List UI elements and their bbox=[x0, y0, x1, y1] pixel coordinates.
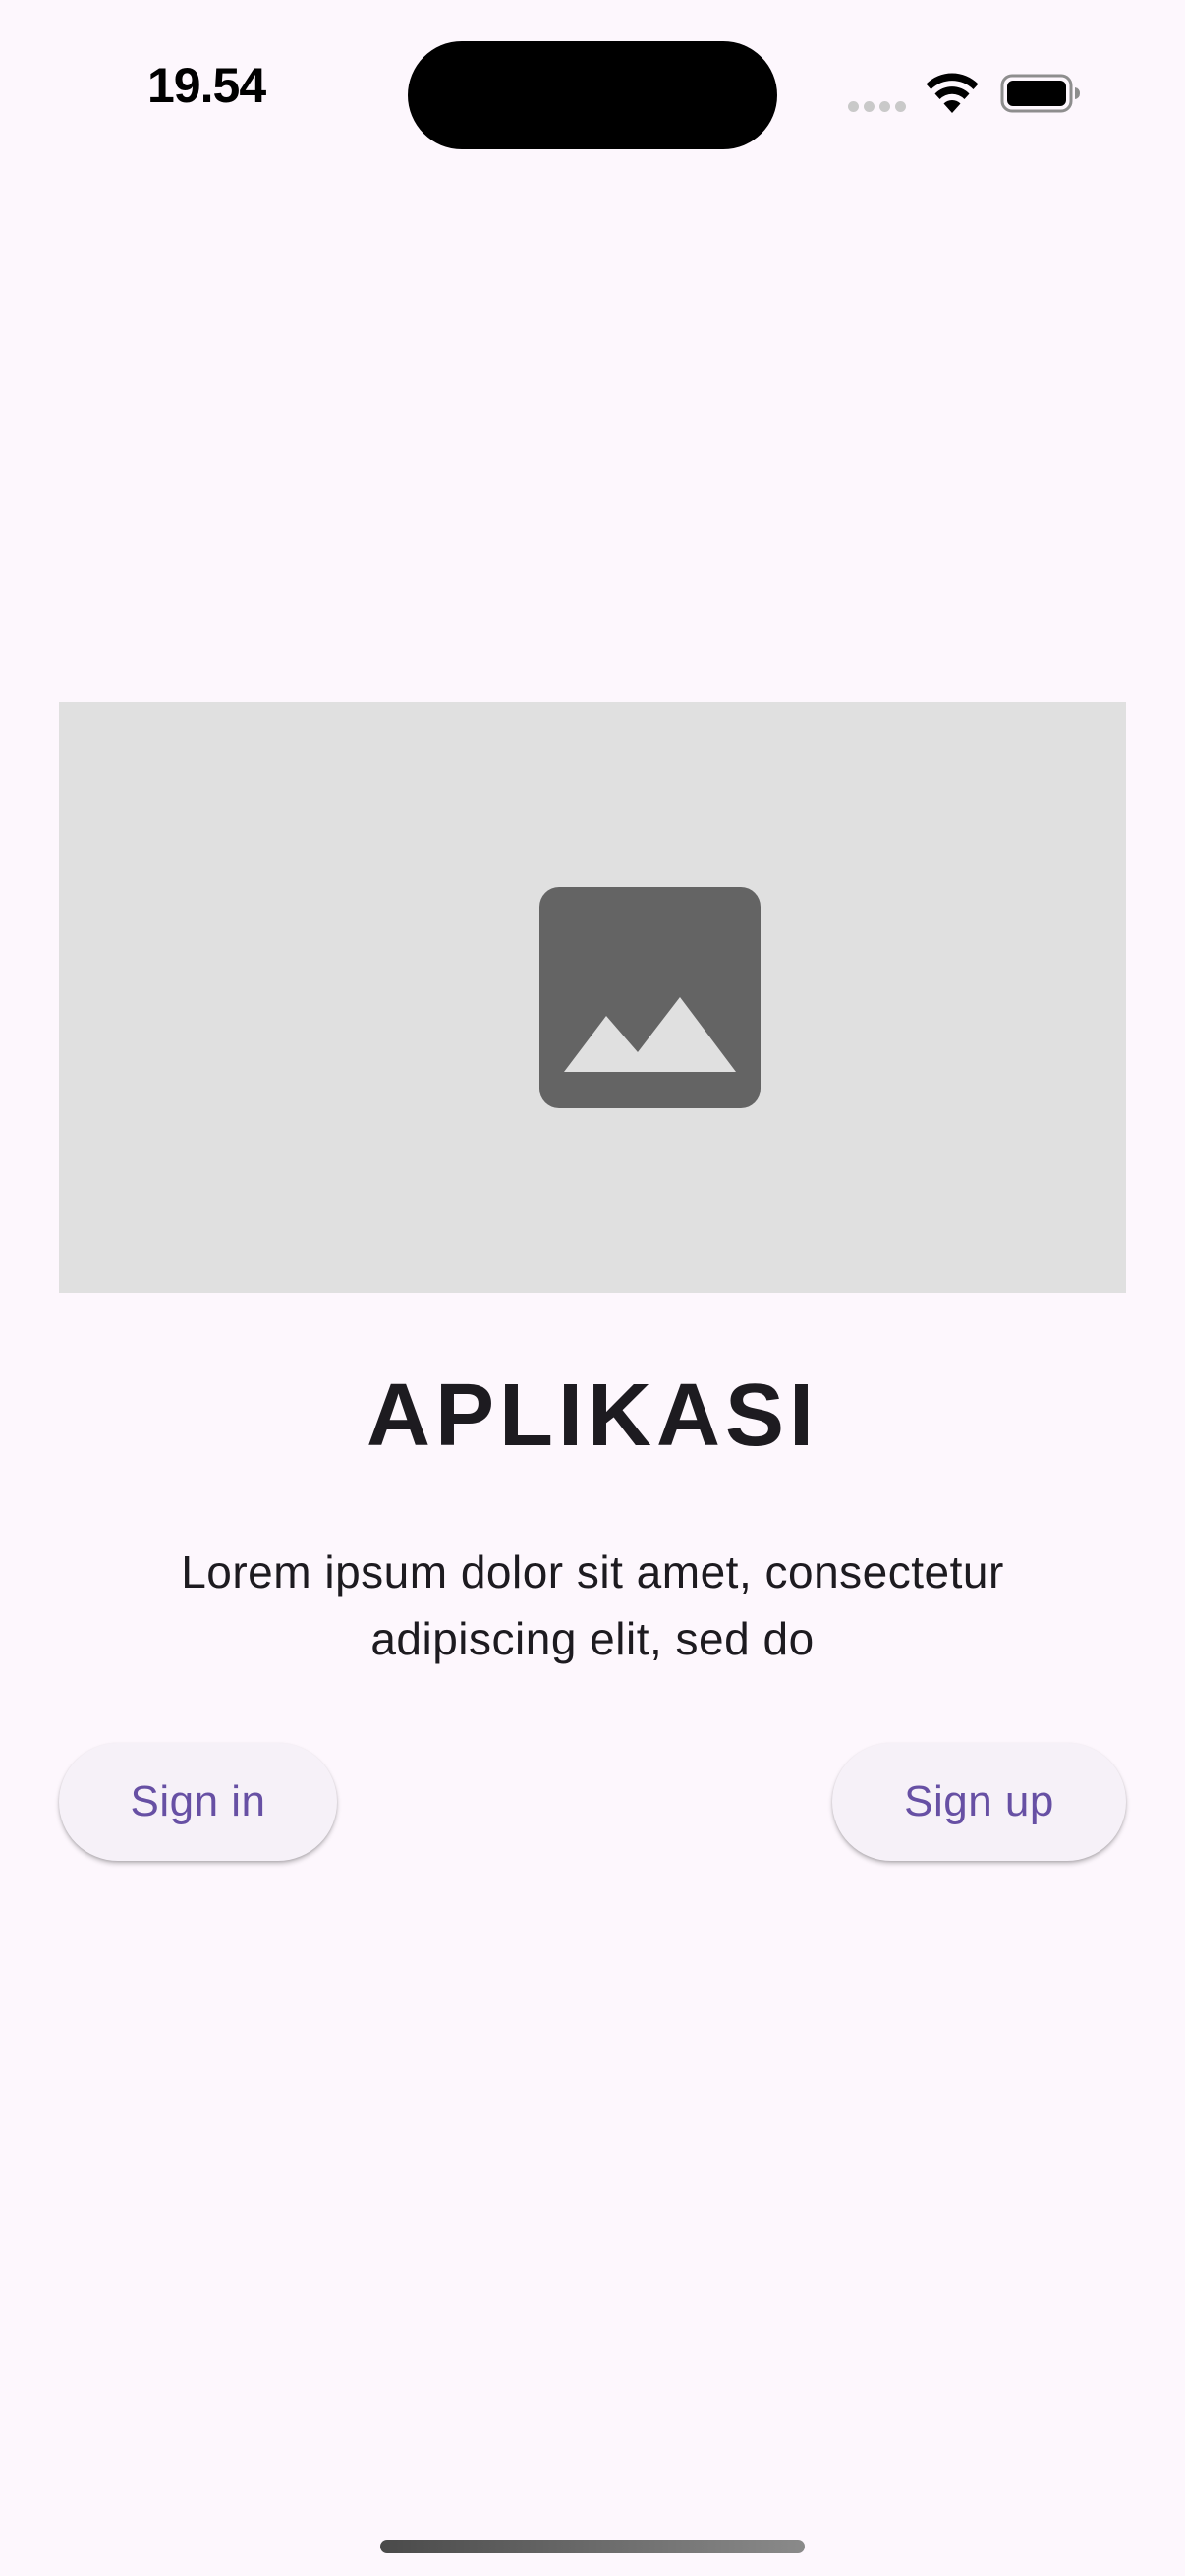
home-indicator[interactable] bbox=[380, 2540, 805, 2553]
status-bar: 19.54 bbox=[0, 0, 1185, 149]
image-placeholder-icon bbox=[539, 887, 761, 1108]
app-title: APLIKASI bbox=[366, 1367, 819, 1465]
dynamic-island bbox=[408, 41, 777, 149]
sign-up-button[interactable]: Sign up bbox=[832, 1743, 1126, 1861]
app-description: Lorem ipsum dolor sit amet, consectetur … bbox=[181, 1546, 1004, 1664]
wifi-icon bbox=[926, 73, 979, 113]
sign-in-button[interactable]: Sign in bbox=[59, 1743, 337, 1861]
battery-icon bbox=[1000, 74, 1080, 113]
cellular-signal-icon bbox=[848, 101, 907, 113]
status-time: 19.54 bbox=[147, 58, 266, 113]
hero-image-placeholder bbox=[59, 702, 1126, 1293]
